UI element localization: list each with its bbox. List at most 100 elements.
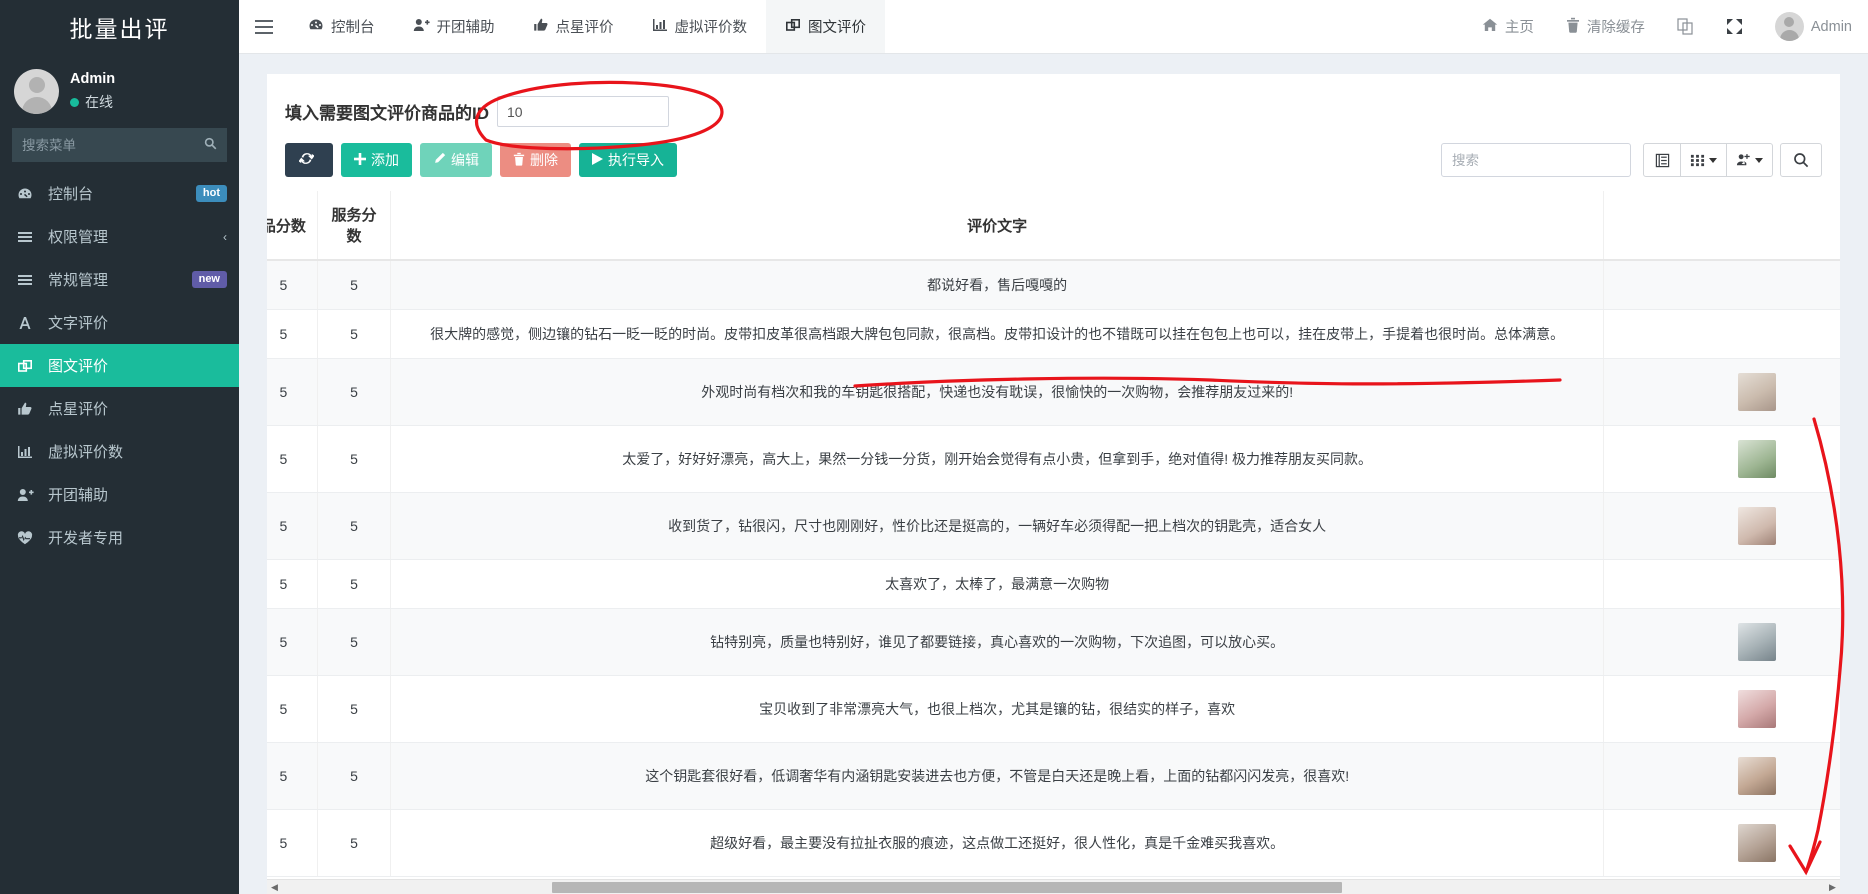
review-thumbnail[interactable] (1737, 757, 1776, 795)
sidebar-search[interactable] (12, 128, 227, 162)
cell-review-text: 太爱了，好好好漂亮，高大上，果然一分钱一分货，刚开始会觉得有点小贵，但拿到手，绝… (390, 425, 1605, 493)
table-row[interactable]: 5 5 这个钥匙套很好看，低调奢华有内涵钥匙安装进去也方便，不管是白天还是晚上看… (267, 742, 1840, 810)
product-id-label: 填入需要图文评价商品的ID (285, 104, 489, 123)
chevron-left-icon: ‹ (223, 229, 227, 244)
user-plus-icon (413, 17, 430, 37)
sidebar-item-group-assist[interactable]: 开团辅助 (0, 473, 239, 516)
sidebar-item-label: 常规管理 (48, 272, 109, 289)
cell-image (1603, 260, 1840, 310)
cell-service: 5 (317, 309, 392, 359)
list-icon (17, 229, 39, 245)
product-id-row: 填入需要图文评价商品的ID (267, 74, 1840, 127)
clone-icon (785, 17, 801, 37)
review-thumbnail[interactable] (1737, 440, 1776, 478)
column-header-image[interactable] (1603, 191, 1840, 261)
table-row[interactable]: 5 5 太爱了，好好好漂亮，高大上，果然一分钱一分货，刚开始会觉得有点小贵，但拿… (267, 425, 1840, 493)
cell-service: 5 (317, 425, 392, 493)
topbar-right: 主页 清除缓存 Admin (1466, 0, 1868, 53)
bar-chart-icon (17, 444, 39, 460)
table-row[interactable]: 5 5 超级好看，最主要没有拉扯衣服的痕迹，这点做工还挺好，很人性化，真是千金难… (267, 809, 1840, 877)
tab-label: 图文评价 (808, 20, 866, 36)
refresh-button[interactable] (285, 143, 333, 177)
sidebar-item-label: 开团辅助 (48, 487, 109, 504)
scrollbar-thumb[interactable] (552, 881, 1342, 893)
cell-score: 5 (267, 742, 318, 810)
sidebar-search-input[interactable] (12, 128, 227, 162)
column-header-score[interactable]: 品分数 (267, 191, 318, 261)
review-thumbnail[interactable] (1737, 824, 1776, 862)
chevron-down-icon (1709, 157, 1717, 163)
home-icon (1482, 17, 1498, 37)
sidebar-item-star-review[interactable]: 点星评价 (0, 387, 239, 430)
user-status: 在线 (70, 93, 115, 112)
online-dot-icon (70, 97, 79, 107)
status-badge: hot (195, 185, 227, 202)
sidebar-item-text-review[interactable]: 文字评价 (0, 301, 239, 344)
search-input[interactable] (1441, 143, 1631, 177)
sidebar-item-virtual-count[interactable]: 虚拟评价数 (0, 430, 239, 473)
language-icon[interactable] (1661, 0, 1710, 53)
column-header-service[interactable]: 服务分数 (317, 191, 392, 261)
table-row[interactable]: 5 5 宝贝收到了非常漂亮大气，也很上档次，尤其是镶的钻，很结实的样子，喜欢 (267, 675, 1840, 743)
tab-virtual-count[interactable]: 虚拟评价数 (633, 0, 767, 53)
cell-score: 5 (267, 492, 318, 560)
table-row[interactable]: 5 5 钻特别亮，质量也特别好，谁见了都要链接，真心喜欢的一次购物，下次追图，可… (267, 608, 1840, 676)
tab-star-review[interactable]: 点星评价 (514, 0, 633, 53)
table-row[interactable]: 5 5 都说好看，售后嘎嘎的 (267, 260, 1840, 310)
table-row[interactable]: 5 5 外观时尚有档次和我的车钥匙很搭配，快递也没有耽误，很愉快的一次购物，会推… (267, 358, 1840, 426)
tab-group-assist[interactable]: 开团辅助 (394, 0, 514, 53)
fullscreen-icon[interactable] (1710, 0, 1759, 53)
add-button[interactable]: 添加 (341, 143, 412, 177)
cell-score: 5 (267, 608, 318, 676)
table-row[interactable]: 5 5 太喜欢了，太棒了，最满意一次购物 (267, 559, 1840, 609)
sidebar-menu: 控制台 hot 权限管理 ‹ 常规管理 new 文字评价 图文评价 点星评价 虚… (0, 172, 239, 559)
cell-service: 5 (317, 559, 392, 609)
hamburger-icon[interactable] (239, 0, 289, 53)
sidebar-item-dashboard[interactable]: 控制台 hot (0, 172, 239, 215)
cell-score: 5 (267, 309, 318, 359)
tab-dashboard[interactable]: 控制台 (289, 0, 394, 53)
horizontal-scrollbar[interactable]: ◀ ▶ (267, 879, 1840, 894)
app-root: 批量出评 Admin 在线 控制台 hot (0, 0, 1868, 894)
tab-image-text-review[interactable]: 图文评价 (766, 0, 885, 53)
column-header-text[interactable]: 评价文字 (390, 191, 1605, 261)
table-row[interactable]: 5 5 收到货了，钻很闪，尺寸也刚刚好，性价比还是挺高的，一辆好车必须得配一把上… (267, 492, 1840, 560)
avatar (14, 68, 59, 114)
scroll-left-arrow-icon[interactable]: ◀ (267, 880, 282, 894)
search-button[interactable] (1780, 143, 1822, 177)
review-thumbnail[interactable] (1737, 507, 1776, 545)
scrollbar-track[interactable] (282, 879, 1825, 894)
sidebar-user-panel: Admin 在线 (0, 54, 239, 128)
cell-score: 5 (267, 358, 318, 426)
chevron-down-icon (1755, 157, 1763, 163)
review-thumbnail[interactable] (1737, 373, 1776, 411)
plus-icon (354, 152, 366, 168)
table-row[interactable]: 5 5 很大牌的感觉，侧边镶的钻石一眨一眨的时尚。皮带扣皮革很高档跟大牌包包同款… (267, 309, 1840, 359)
toolbar-right (1441, 143, 1840, 177)
sidebar-item-general[interactable]: 常规管理 new (0, 258, 239, 301)
sidebar-item-permissions[interactable]: 权限管理 ‹ (0, 215, 239, 258)
review-thumbnail[interactable] (1737, 690, 1776, 728)
run-import-button[interactable]: 执行导入 (579, 143, 677, 177)
delete-button[interactable]: 删除 (500, 143, 571, 177)
user-plus-icon (17, 487, 39, 503)
topbar: 控制台 开团辅助 点星评价 虚拟评价数 图文评价 主页 清除缓存 Admin (239, 0, 1868, 54)
export-icon[interactable] (1726, 143, 1773, 177)
grid-icon[interactable] (1680, 143, 1727, 177)
tab-label: 控制台 (331, 20, 375, 36)
cell-review-text: 钻特别亮，质量也特别好，谁见了都要链接，真心喜欢的一次购物，下次追图，可以放心买… (390, 608, 1605, 676)
product-id-input[interactable] (497, 96, 669, 127)
review-thumbnail[interactable] (1737, 623, 1776, 661)
user-menu[interactable]: Admin (1759, 0, 1868, 53)
home-link[interactable]: 主页 (1466, 0, 1550, 53)
table-scroll-container[interactable]: 品分数 服务分数 评价文字 5 5 都说好看，售后嘎嘎的 5 5 很大牌的感觉，… (267, 191, 1840, 879)
columns-icon[interactable] (1643, 143, 1681, 177)
pencil-icon (433, 152, 446, 168)
sidebar-item-developer[interactable]: 开发者专用 (0, 516, 239, 559)
scroll-right-arrow-icon[interactable]: ▶ (1825, 880, 1840, 894)
clear-cache-link[interactable]: 清除缓存 (1550, 0, 1661, 53)
cell-image (1603, 608, 1840, 676)
edit-button[interactable]: 编辑 (420, 143, 492, 177)
sidebar-item-image-text-review[interactable]: 图文评价 (0, 344, 239, 387)
cell-service: 5 (317, 260, 392, 310)
